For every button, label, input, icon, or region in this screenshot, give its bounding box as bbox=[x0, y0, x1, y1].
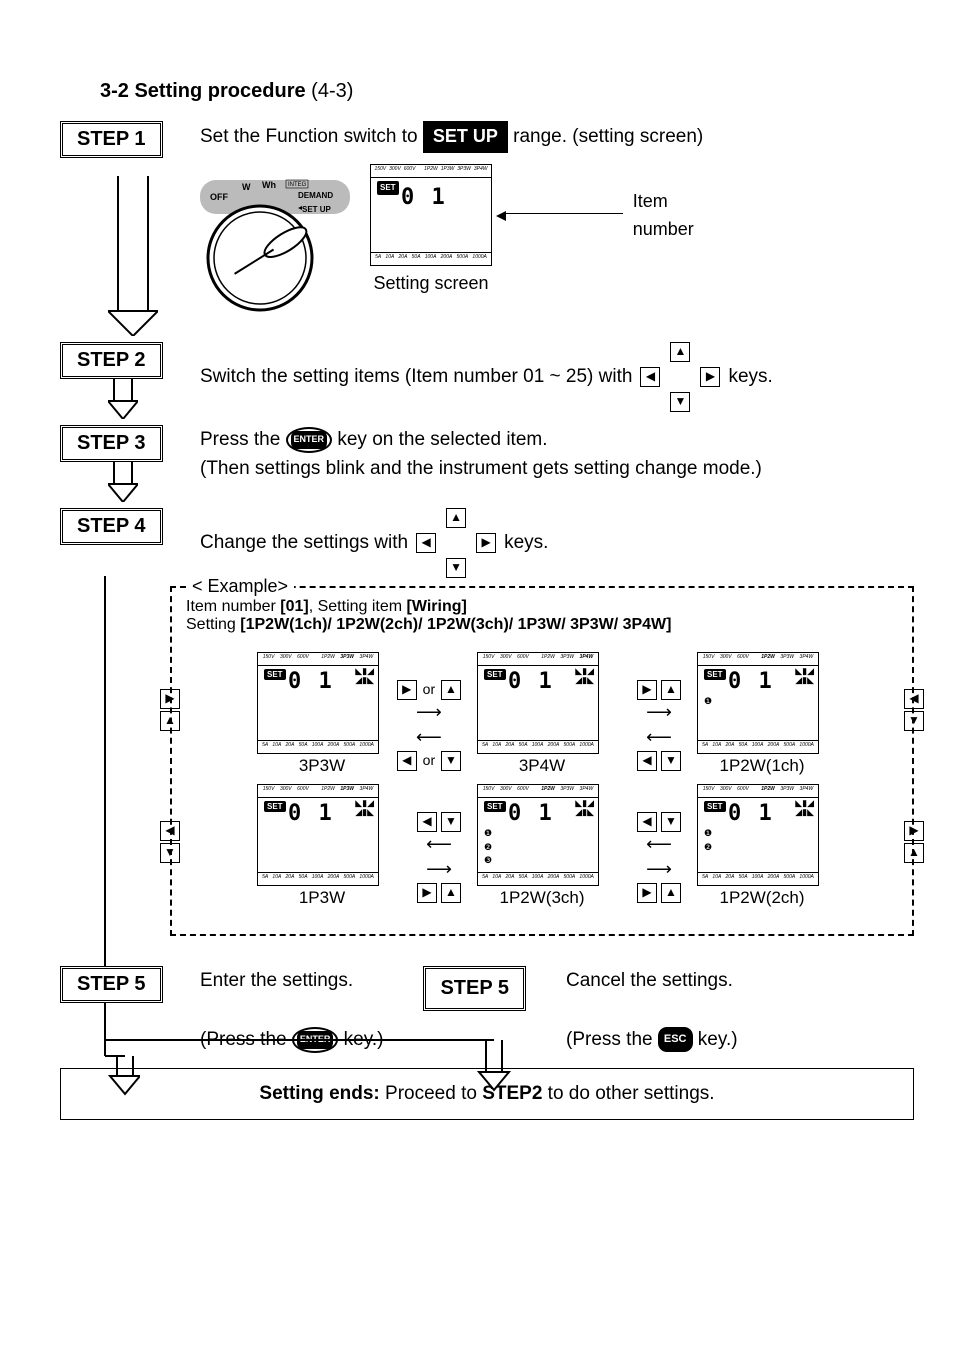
flow-arrow-3 bbox=[60, 462, 200, 502]
step2-box: STEP 2 bbox=[60, 342, 163, 379]
left-key-icon: ◀ bbox=[640, 367, 660, 387]
dial-off-label: OFF bbox=[210, 192, 228, 202]
step1-text: Set the Function switch to SET UP range.… bbox=[200, 121, 914, 153]
step1-box: STEP 1 bbox=[60, 121, 163, 158]
item-number-label: Item number bbox=[633, 188, 717, 244]
svg-text:Wh: Wh bbox=[262, 180, 276, 190]
pointer-arrow-icon bbox=[496, 211, 506, 221]
step5-box-enter: STEP 5 bbox=[60, 966, 163, 1003]
flow-arrow-1 bbox=[60, 176, 200, 336]
nav-arrows-3: ◀▼ ⟵ ⟶ ▶▲ bbox=[415, 812, 463, 903]
flow-line-long bbox=[70, 576, 140, 1096]
cycle-arrows-left-2: ◀▼ bbox=[158, 820, 182, 865]
svg-text:INTEG: INTEG bbox=[288, 182, 307, 188]
example-screen-1p2w1ch: 150V300V600V 1P2W3P3W3P4W SET 0 1 ◣▮◢◢▮◣… bbox=[697, 652, 819, 754]
svg-text:SET UP: SET UP bbox=[302, 205, 332, 214]
step5-cancel-text: Cancel the settings. (Press the ESC key.… bbox=[566, 966, 738, 1054]
svg-text:W: W bbox=[242, 182, 251, 192]
flow-branch bbox=[104, 1022, 524, 1102]
right-key-icon-2: ▶ bbox=[476, 533, 496, 553]
function-dial: OFF W Wh INTEG DEMAND SET UP bbox=[200, 168, 350, 327]
example-screen-1p2w3ch: 150V300V600V 1P2W3P3W3P4W SET 0 1 ◣▮◢◢▮◣… bbox=[477, 784, 599, 886]
step2-text: Switch the setting items (Item number 01… bbox=[200, 342, 914, 412]
setting-screen-caption: Setting screen bbox=[370, 270, 492, 298]
step4-box: STEP 4 bbox=[60, 508, 163, 545]
flow-arrow-2 bbox=[60, 379, 200, 419]
svg-text:DEMAND: DEMAND bbox=[298, 191, 333, 200]
step3-box: STEP 3 bbox=[60, 425, 163, 462]
caption-1p3w: 1P3W bbox=[257, 888, 387, 908]
left-key-icon-2: ◀ bbox=[416, 533, 436, 553]
caption-1p2w3ch: 1P2W(3ch) bbox=[477, 888, 607, 908]
example-screen-1p3w: 150V300V600V 1P2W1P3W3P4W SET 0 1 ◣▮◢◢▮◣… bbox=[257, 784, 379, 886]
section-heading: 3-2 Setting procedure (4-3) bbox=[100, 80, 914, 103]
cycle-arrows-right: ◀▼ bbox=[902, 688, 926, 733]
example-screen-1p2w2ch: 150V300V600V 1P2W3P3W3P4W SET 0 1 ◣▮◢◢▮◣… bbox=[697, 784, 819, 886]
nav-arrows-1: ▶ or ▲ ⟶ ⟵ ◀ or ▼ bbox=[395, 680, 463, 771]
up-down-key-icons-2: ▲ ▼ bbox=[444, 508, 468, 578]
enter-key-icon: ENTER bbox=[286, 427, 333, 453]
setting-screen-step1: 150V300V600V 1P2W1P3W3P3W3P4W SET 0 1 5A… bbox=[370, 164, 492, 266]
right-key-icon: ▶ bbox=[700, 367, 720, 387]
caption-3p4w: 3P4W bbox=[477, 756, 607, 776]
example-line1: Item number [01], Setting item [Wiring] bbox=[186, 598, 898, 616]
step5-box-cancel: STEP 5 bbox=[423, 966, 526, 1011]
esc-key-icon: ESC bbox=[658, 1027, 693, 1052]
example-screen-3p3w: 150V300V600V 1P2W3P3W3P4W SET 0 1 ◣▮◢◢▮◣… bbox=[257, 652, 379, 754]
setup-badge: SET UP bbox=[423, 121, 508, 153]
step4-text: Change the settings with ◀ ▲ ▼ ▶ keys. bbox=[200, 508, 914, 578]
example-line2: Setting [1P2W(1ch)/ 1P2W(2ch)/ 1P2W(3ch)… bbox=[186, 616, 898, 634]
example-screen-3p4w: 150V300V600V 1P2W3P3W3P4W SET 0 1 ◣▮◢◢▮◣… bbox=[477, 652, 599, 754]
example-box: < Example> Item number [01], Setting ite… bbox=[170, 586, 914, 936]
step3-text: Press the ENTER key on the selected item… bbox=[200, 425, 914, 484]
up-down-key-icons: ▲ ▼ bbox=[668, 342, 692, 412]
caption-3p3w: 3P3W bbox=[257, 756, 387, 776]
cycle-arrows-left: ▶▲ bbox=[158, 688, 182, 733]
caption-1p2w2ch: 1P2W(2ch) bbox=[697, 888, 827, 908]
example-label: < Example> bbox=[186, 576, 294, 597]
cycle-arrows-right-2: ▶▲ bbox=[902, 820, 926, 865]
nav-arrows-2: ▶▲ ⟶ ⟵ ◀▼ bbox=[635, 680, 683, 771]
nav-arrows-4: ◀▼ ⟵ ⟶ ▶▲ bbox=[635, 812, 683, 903]
caption-1p2w1ch: 1P2W(1ch) bbox=[697, 756, 827, 776]
